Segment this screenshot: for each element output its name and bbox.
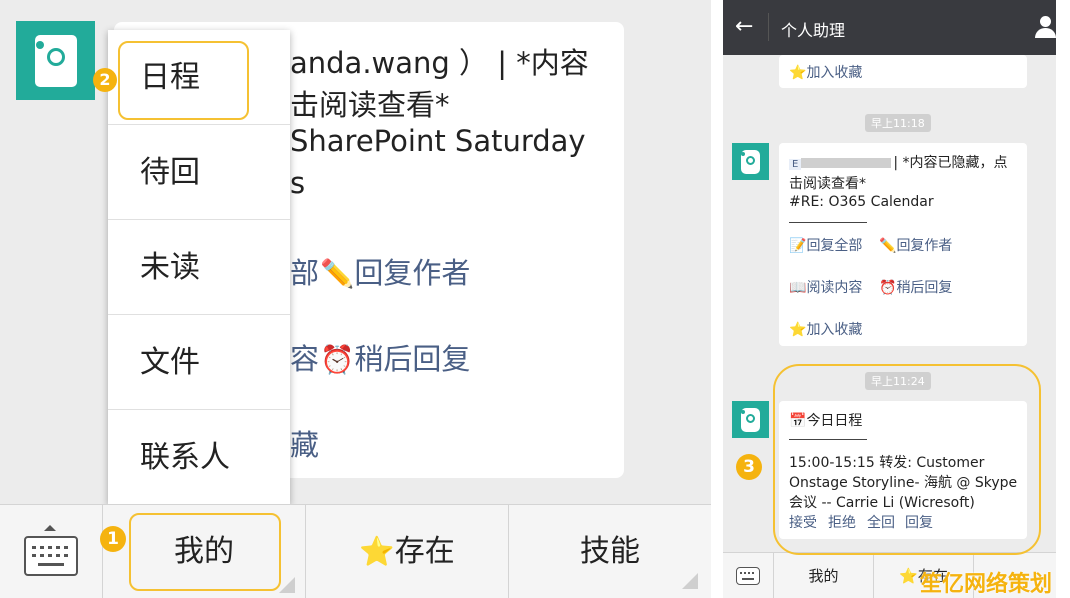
menu-item-contacts[interactable]: 联系人 [108,410,290,505]
title-bar: ← 个人助理 [723,0,1056,55]
reply-author-link[interactable]: ✏️回复作者 [320,250,470,292]
menu-skills-button[interactable]: 技能 [508,505,711,598]
reply-author-label: 回复作者 [354,256,471,290]
book-icon: 📖 [789,280,807,296]
redacted-sender [801,158,892,168]
star-icon: ⭐ [359,535,395,568]
favorite-partial-link[interactable]: 藏 [290,422,319,464]
saved-label: 存在 [394,534,455,569]
star-icon: ⭐ [789,322,807,338]
reply-all-partial-link[interactable]: 部 [290,250,319,292]
skills-label: 技能 [580,534,640,569]
message-bubble[interactable]: ⭐加入收藏 [779,55,1027,88]
menu-saved-button[interactable]: ⭐存在 [305,505,508,598]
reply-all-label: 回复全部 [806,238,863,254]
add-favorite-link[interactable]: ⭐加入收藏 [789,62,862,82]
message-line: E | *内容已隐藏，点 [789,152,1008,172]
read-content-label: 阅读内容 [806,280,863,296]
read-content-partial-link[interactable]: 容 [290,336,319,378]
message-line: 击阅读查看* [290,88,450,122]
memo-icon: 📝 [789,238,807,254]
message-line: SharePoint Saturday [290,124,586,158]
reply-all-link[interactable]: 📝回复全部 [789,235,862,255]
mail-icon: E [789,159,802,170]
step-badge-3: 3 [736,454,762,480]
assistant-avatar-icon[interactable] [732,143,769,180]
read-content-link[interactable]: 📖阅读内容 [789,277,862,297]
menu-item-files[interactable]: 文件 [108,315,290,410]
message-line: s [290,166,306,200]
reply-later-link[interactable]: ⏰稍后回复 [879,277,952,297]
arrow-up-icon [44,525,56,531]
profile-icon[interactable] [1035,16,1056,38]
star-icon: ⭐ [789,65,807,81]
mine-highlight-frame [129,513,281,591]
timestamp: 早上11:18 [865,114,931,132]
highlight-frame [118,41,249,120]
submenu-indicator [682,573,698,589]
reply-author-link[interactable]: ✏️回复作者 [879,235,952,255]
divider [789,222,867,223]
message-line: anda.wang ） | *内容 [290,46,589,80]
reply-author-label: 回复作者 [896,238,953,254]
pencil-icon: ✏️ [320,258,355,290]
alarm-clock-icon: ⏰ [320,344,355,376]
add-favorite-link[interactable]: ⭐加入收藏 [789,319,862,339]
keyboard-toggle[interactable] [0,505,102,598]
schedule-highlight-frame [773,364,1041,555]
message-line-text: | *内容已隐藏，点 [893,155,1008,171]
message-line: 击阅读查看* [789,176,866,192]
keyboard-icon[interactable] [736,567,760,585]
add-favorite-label: 加入收藏 [806,322,863,338]
bottom-menu-bar: 我的 ⭐存在 技能 [0,504,711,598]
message-line: #RE: O365 Calendar [789,194,934,210]
watermark: 笙亿网络策划 [920,572,1053,597]
star-icon: ⭐ [899,567,918,585]
back-arrow-icon[interactable]: ← [735,12,753,42]
step-badge-2: 2 [93,68,117,92]
alarm-clock-icon: ⏰ [879,280,897,296]
pencil-icon: ✏️ [879,238,897,254]
step-badge-1: 1 [100,526,126,552]
assistant-avatar-icon[interactable] [732,401,769,438]
submenu-indicator [279,577,295,593]
keyboard-icon [24,536,78,576]
menu-item-unread[interactable]: 未读 [108,220,290,315]
mine-label: 我的 [808,567,839,585]
message-bubble[interactable]: E | *内容已隐藏，点 击阅读查看* #RE: O365 Calendar 📝回… [779,143,1027,346]
left-screenshot: anda.wang ） | *内容 击阅读查看* SharePoint Satu… [0,0,711,598]
reply-later-label: 稍后回复 [354,342,471,376]
menu-mine-button[interactable]: 我的 [773,553,873,598]
add-favorite-label: 加入收藏 [806,65,863,81]
assistant-avatar-icon[interactable] [16,21,95,100]
reply-later-label: 稍后回复 [896,280,953,296]
menu-item-pending[interactable]: 待回 [108,125,290,220]
reply-later-link[interactable]: ⏰稍后回复 [320,336,470,378]
chat-title: 个人助理 [781,21,846,40]
